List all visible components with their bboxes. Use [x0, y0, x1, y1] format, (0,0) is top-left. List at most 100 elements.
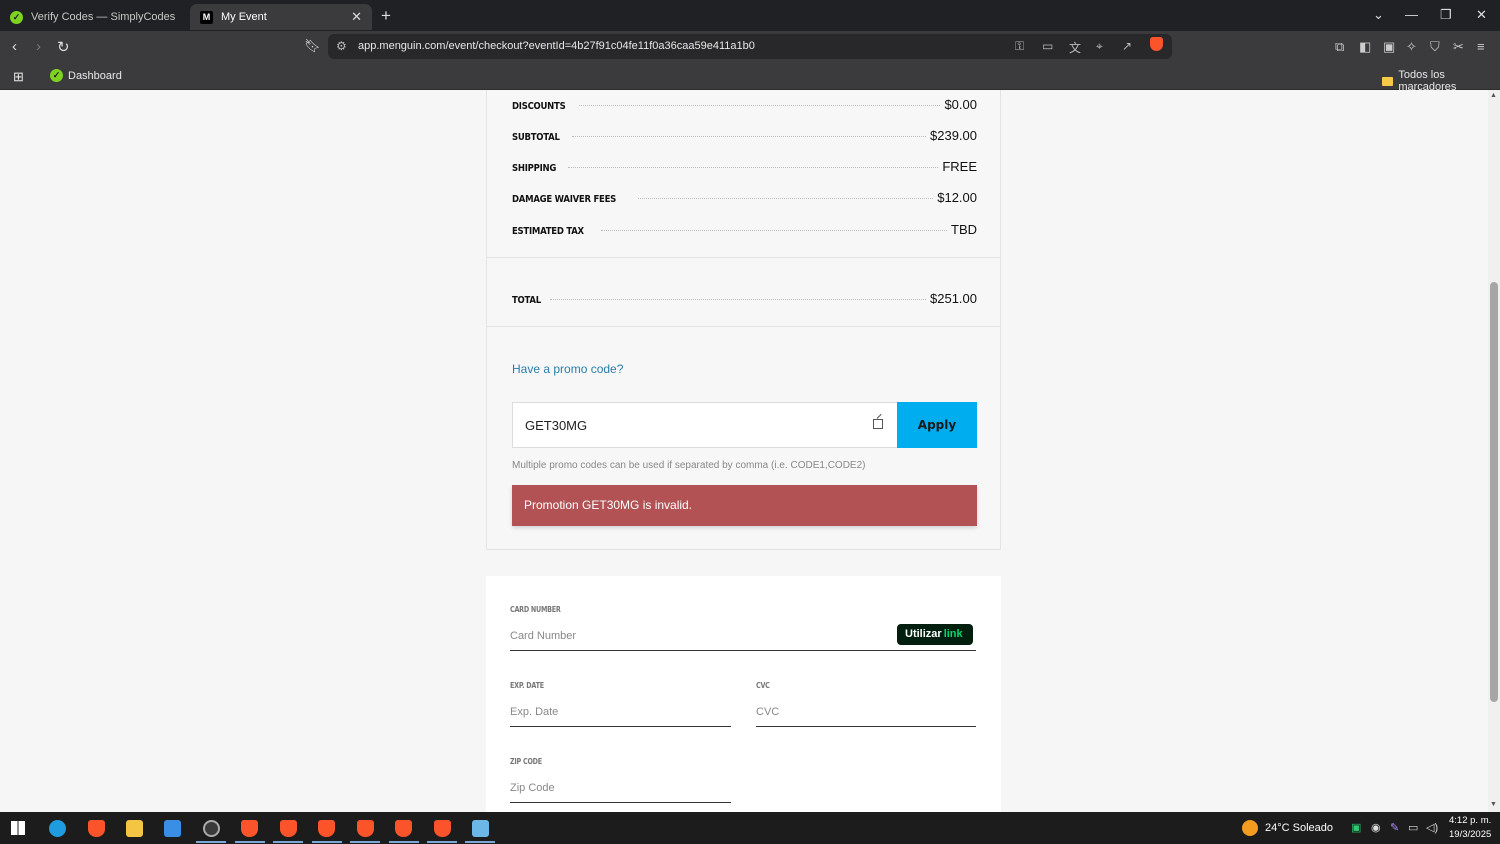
summary-value: $0.00: [944, 97, 977, 112]
app-icon[interactable]: [472, 820, 489, 837]
summary-row-damage-waiver: DAMAGE WAIVER FEES $12.00: [512, 190, 977, 205]
location-icon[interactable]: ⌖: [1096, 39, 1103, 54]
summary-value: $12.00: [937, 190, 977, 205]
brave-profile-icon[interactable]: [395, 820, 412, 837]
summary-label: ESTIMATED TAX: [512, 226, 584, 237]
brave-icon[interactable]: [88, 820, 105, 837]
url-text[interactable]: app.menguin.com/event/checkout?eventId=4…: [358, 40, 755, 52]
sidebar-icon[interactable]: ◧: [1359, 39, 1371, 55]
promo-code-value[interactable]: GET30MG: [525, 418, 587, 433]
apply-button[interactable]: Apply: [897, 402, 977, 448]
exp-date-label: EXP. DATE: [510, 681, 544, 690]
app-icon[interactable]: [203, 820, 220, 837]
bookmark-icon[interactable]: 🔖︎: [304, 38, 321, 54]
page-scrollbar[interactable]: ▲ ▼: [1488, 90, 1500, 812]
microsoft-store-icon[interactable]: [164, 820, 181, 837]
promo-code-link[interactable]: Have a promo code?: [512, 362, 623, 376]
brave-shields-icon[interactable]: [1150, 37, 1163, 51]
summary-row-estimated-tax: ESTIMATED TAX TBD: [512, 222, 977, 237]
simplycodes-icon: ✓: [10, 10, 23, 24]
simplycodes-extension-icon[interactable]: ✂: [1453, 39, 1464, 55]
file-explorer-icon[interactable]: [126, 820, 143, 837]
divider: [487, 326, 1000, 327]
summary-label: DISCOUNTS: [512, 101, 566, 112]
link-pay-button[interactable]: Utilizar link: [897, 624, 973, 645]
dot-leader: [567, 167, 939, 168]
windows-start-icon[interactable]: [11, 821, 25, 835]
weather-sun-icon[interactable]: [1242, 820, 1258, 836]
wallet-icon[interactable]: ▣: [1383, 39, 1395, 55]
promo-error-alert: Promotion GET30MG is invalid.: [512, 485, 977, 526]
password-key-icon[interactable]: ⚿: [1015, 39, 1024, 54]
close-tab-icon[interactable]: ✕: [351, 9, 362, 25]
checkout-page: DISCOUNTS $0.00 SUBTOTAL $239.00 SHIPPIN…: [0, 90, 1488, 812]
clock-date[interactable]: 19/3/2025: [1449, 829, 1491, 840]
active-indicator: [196, 841, 226, 843]
scroll-up-icon[interactable]: ▲: [1490, 92, 1497, 99]
menguin-icon: M: [200, 10, 213, 24]
active-indicator: [389, 841, 419, 843]
minimize-icon[interactable]: —: [1405, 7, 1418, 22]
site-info-icon[interactable]: ⚙︎: [336, 39, 347, 53]
back-icon[interactable]: ‹: [12, 38, 17, 55]
new-tab-icon[interactable]: +: [381, 6, 391, 26]
active-indicator: [350, 841, 380, 843]
order-summary: DISCOUNTS $0.00 SUBTOTAL $239.00 SHIPPIN…: [486, 90, 1001, 550]
tab-verify-codes[interactable]: ✓ Verify Codes — SimplyCodes: [0, 4, 188, 30]
edge-icon[interactable]: [49, 820, 66, 837]
card-number-placeholder: Card Number: [510, 630, 577, 642]
brave-profile-icon[interactable]: [241, 820, 258, 837]
extensions-icon[interactable]: ⧉: [1335, 39, 1344, 55]
cvc-field[interactable]: CVC: [756, 703, 976, 727]
menu-icon[interactable]: ≡: [1477, 39, 1485, 54]
summary-row-discounts: DISCOUNTS $0.00: [512, 97, 977, 112]
cast-icon[interactable]: ▭: [1042, 39, 1053, 53]
share-icon[interactable]: ↗: [1122, 39, 1132, 53]
brave-profile-icon[interactable]: [434, 820, 451, 837]
close-window-icon[interactable]: ✕: [1476, 7, 1487, 23]
clock-time[interactable]: 4:12 p. m.: [1449, 815, 1491, 826]
summary-label: SHIPPING: [512, 163, 557, 174]
tab-list-icon[interactable]: ⌄: [1373, 7, 1384, 23]
summary-row-shipping: SHIPPING FREE: [512, 159, 977, 174]
dot-leader: [600, 230, 947, 231]
vpn-icon[interactable]: ⛉: [1430, 39, 1440, 55]
active-indicator: [427, 841, 457, 843]
apps-grid-icon[interactable]: ⊞: [13, 69, 24, 85]
browser-toolbar: ‹ › ↻ 🔖︎ ⚙︎ app.menguin.com/event/checko…: [0, 31, 1500, 63]
tab-title: Verify Codes — SimplyCodes: [31, 11, 176, 23]
summary-value: TBD: [951, 222, 977, 237]
reload-icon[interactable]: ↻: [57, 38, 70, 56]
brave-profile-icon[interactable]: [318, 820, 335, 837]
translate-icon[interactable]: 文: [1069, 39, 1081, 56]
tray-app-icon[interactable]: ▣: [1351, 821, 1361, 834]
summary-row-total: TOTAL $251.00: [512, 291, 977, 306]
pen-icon[interactable]: ✎: [1390, 821, 1399, 834]
forward-icon[interactable]: ›: [36, 38, 41, 55]
edit-icon[interactable]: [873, 419, 883, 429]
tab-my-event[interactable]: M My Event ✕: [190, 4, 372, 30]
scroll-down-icon[interactable]: ▼: [1490, 801, 1497, 808]
zip-code-field[interactable]: Zip Code: [510, 779, 731, 803]
payment-form: CARD NUMBER Card Number Utilizar link EXP…: [486, 576, 1001, 812]
scrollbar-thumb[interactable]: [1490, 282, 1498, 702]
summary-value: $239.00: [930, 128, 977, 143]
tab-title: My Event: [221, 11, 267, 23]
weather-text[interactable]: 24°C Soleado: [1265, 822, 1333, 834]
address-bar[interactable]: ⚙︎ app.menguin.com/event/checkout?eventI…: [328, 34, 1172, 59]
exp-date-field[interactable]: Exp. Date: [510, 703, 731, 727]
tray-app-icon[interactable]: ◉: [1371, 821, 1381, 834]
volume-icon[interactable]: ◁): [1426, 821, 1438, 834]
brave-profile-icon[interactable]: [357, 820, 374, 837]
brave-profile-icon[interactable]: [280, 820, 297, 837]
promo-hint: Multiple promo codes can be used if sepa…: [512, 460, 866, 471]
leo-ai-icon[interactable]: ✧: [1406, 39, 1417, 55]
summary-row-subtotal: SUBTOTAL $239.00: [512, 128, 977, 143]
restore-icon[interactable]: ❐: [1440, 7, 1452, 23]
bookmark-dashboard[interactable]: ✓ Dashboard: [50, 69, 122, 82]
network-icon[interactable]: ▭: [1408, 821, 1418, 834]
active-indicator: [273, 841, 303, 843]
promo-code-input[interactable]: GET30MG: [512, 402, 898, 448]
active-indicator: [312, 841, 342, 843]
summary-label: TOTAL: [512, 295, 541, 306]
